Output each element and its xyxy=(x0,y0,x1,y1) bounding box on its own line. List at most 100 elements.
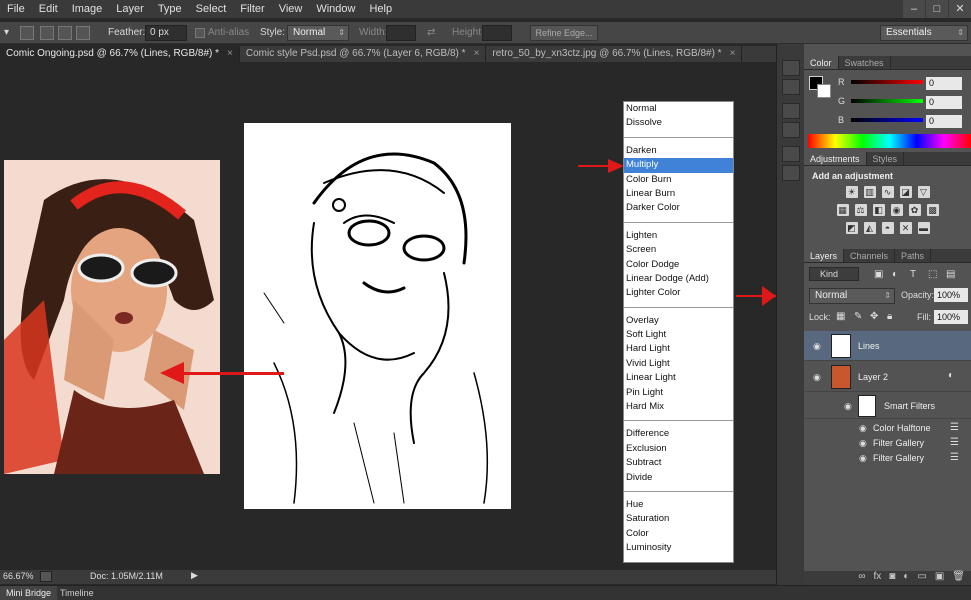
eye-icon[interactable]: ◉ xyxy=(813,341,821,352)
layer-2[interactable]: ◉ Layer 2 ◐ xyxy=(804,362,971,392)
export-icon[interactable] xyxy=(40,571,52,582)
tab-retro-50[interactable]: retro_50_by_xn3ctz.jpg @ 66.7% (Lines, R… xyxy=(486,46,743,62)
history-icon[interactable] xyxy=(781,60,800,76)
blend-overlay[interactable]: Overlay xyxy=(624,314,733,328)
tab-comic-style[interactable]: Comic style Psd.psd @ 66.7% (Layer 6, RG… xyxy=(240,46,487,62)
actions-icon[interactable] xyxy=(781,79,800,95)
vibrance-icon[interactable]: ▽ xyxy=(917,186,930,198)
filter-gallery-2[interactable]: ◉ Filter Gallery ☰ xyxy=(804,450,971,465)
selective-color-icon[interactable]: ✕ xyxy=(899,222,912,234)
opacity-input[interactable]: 100% xyxy=(934,288,968,302)
close-tab-icon[interactable]: × xyxy=(227,48,233,59)
filter-adjustment-icon[interactable]: ◐ xyxy=(892,269,898,280)
red-value-input[interactable]: 0 xyxy=(926,77,962,90)
blend-saturation[interactable]: Saturation xyxy=(624,512,733,526)
minimize-button[interactable]: – xyxy=(903,0,925,18)
intersect-selection-icon[interactable] xyxy=(76,26,90,40)
blend-difference[interactable]: Difference xyxy=(624,427,733,441)
add-mask-icon[interactable]: ◙ xyxy=(889,571,895,585)
link-layers-icon[interactable]: ∞ xyxy=(858,571,865,585)
new-adjustment-icon[interactable]: ◐ xyxy=(903,571,909,585)
blend-linear-light[interactable]: Linear Light xyxy=(624,371,733,385)
filter-pixel-icon[interactable]: ▣ xyxy=(874,269,883,280)
menu-edit[interactable]: Edit xyxy=(32,0,65,18)
blend-linear-burn[interactable]: Linear Burn xyxy=(624,187,733,201)
anti-alias-checkbox[interactable] xyxy=(195,28,205,38)
paragraph-icon[interactable] xyxy=(781,122,800,138)
tab-styles[interactable]: Styles xyxy=(867,152,905,165)
color-spectrum[interactable] xyxy=(808,134,971,148)
style-dropdown[interactable]: Normal xyxy=(287,25,349,41)
blend-color-dodge[interactable]: Color Dodge xyxy=(624,258,733,272)
blend-hard-light[interactable]: Hard Light xyxy=(624,342,733,356)
eye-icon[interactable]: ◉ xyxy=(859,423,867,434)
tab-mini-bridge[interactable]: Mini Bridge xyxy=(0,586,58,600)
menu-filter[interactable]: Filter xyxy=(233,0,271,18)
layer-style-icon[interactable]: fx xyxy=(874,571,882,585)
layer-lines[interactable]: ◉ Lines xyxy=(804,331,971,361)
filter-type-icon[interactable]: T xyxy=(910,269,916,280)
curves-icon[interactable]: ∿ xyxy=(881,186,894,198)
blend-darker-color[interactable]: Darker Color xyxy=(624,201,733,215)
posterize-icon[interactable]: ◭ xyxy=(863,222,876,234)
menu-select[interactable]: Select xyxy=(189,0,234,18)
subtract-selection-icon[interactable] xyxy=(58,26,72,40)
filter-smart-object-icon[interactable]: ▤ xyxy=(946,269,955,280)
photo-filter-icon[interactable]: ◉ xyxy=(890,204,903,216)
blend-lighter-color[interactable]: Lighter Color xyxy=(624,286,733,300)
menu-view[interactable]: View xyxy=(272,0,310,18)
feather-input[interactable]: 0 px xyxy=(145,25,187,41)
gradient-map-icon[interactable]: ▬ xyxy=(917,222,930,234)
blue-slider[interactable] xyxy=(851,118,923,122)
threshold-icon[interactable]: ◓ xyxy=(881,222,894,234)
filter-options-icon[interactable]: ☰ xyxy=(950,437,959,448)
blue-value-input[interactable]: 0 xyxy=(926,115,962,128)
status-menu-arrow-icon[interactable]: ▶ xyxy=(191,570,198,581)
blend-darken[interactable]: Darken xyxy=(624,144,733,158)
filter-options-icon[interactable]: ☰ xyxy=(950,422,959,433)
blend-color[interactable]: Color xyxy=(624,527,733,541)
add-selection-icon[interactable] xyxy=(40,26,54,40)
refine-edge-button[interactable]: Refine Edge... xyxy=(530,25,598,41)
blend-hue[interactable]: Hue xyxy=(624,498,733,512)
blend-multiply[interactable]: Multiply xyxy=(624,158,733,173)
blend-vivid-light[interactable]: Vivid Light xyxy=(624,357,733,371)
blend-color-burn[interactable]: Color Burn xyxy=(624,173,733,187)
blend-dissolve[interactable]: Dissolve xyxy=(624,116,733,130)
blend-subtract[interactable]: Subtract xyxy=(624,456,733,470)
tab-paths[interactable]: Paths xyxy=(895,249,932,262)
red-slider[interactable] xyxy=(851,80,923,84)
fill-input[interactable]: 100% xyxy=(934,310,968,324)
menu-image[interactable]: Image xyxy=(65,0,110,18)
new-selection-icon[interactable] xyxy=(20,26,34,40)
height-input[interactable] xyxy=(482,25,512,41)
tab-color[interactable]: Color xyxy=(804,56,839,69)
blend-normal[interactable]: Normal xyxy=(624,102,733,116)
tab-layers[interactable]: Layers xyxy=(804,249,845,262)
filter-color-halftone[interactable]: ◉ Color Halftone ☰ xyxy=(804,420,971,435)
workspace-dropdown[interactable]: Essentials xyxy=(880,25,968,41)
filter-options-icon[interactable]: ☰ xyxy=(950,452,959,463)
close-tab-icon[interactable]: × xyxy=(474,48,480,59)
channel-mixer-icon[interactable]: ✿ xyxy=(908,204,921,216)
clone-source-icon[interactable] xyxy=(781,165,800,181)
eye-icon[interactable]: ◉ xyxy=(859,438,867,449)
eye-icon[interactable]: ◉ xyxy=(844,401,852,412)
tool-preset-icon[interactable]: ▾ xyxy=(4,26,9,40)
document-canvas[interactable]: Normal Dissolve Darken Multiply Color Bu… xyxy=(0,62,776,570)
menu-help[interactable]: Help xyxy=(362,0,399,18)
blend-screen[interactable]: Screen xyxy=(624,243,733,257)
green-slider[interactable] xyxy=(851,99,923,103)
blend-soft-light[interactable]: Soft Light xyxy=(624,328,733,342)
eye-icon[interactable]: ◉ xyxy=(859,453,867,464)
exposure-icon[interactable]: ◪ xyxy=(899,186,912,198)
brush-icon[interactable] xyxy=(781,146,800,162)
green-value-input[interactable]: 0 xyxy=(926,96,962,109)
blend-luminosity[interactable]: Luminosity xyxy=(624,541,733,555)
menu-layer[interactable]: Layer xyxy=(109,0,151,18)
maximize-button[interactable]: □ xyxy=(926,0,948,18)
color-balance-icon[interactable]: ⚖ xyxy=(854,204,867,216)
lock-image-icon[interactable]: ✎ xyxy=(854,311,862,322)
filter-gallery-1[interactable]: ◉ Filter Gallery ☰ xyxy=(804,435,971,450)
levels-icon[interactable]: ▥ xyxy=(863,186,876,198)
